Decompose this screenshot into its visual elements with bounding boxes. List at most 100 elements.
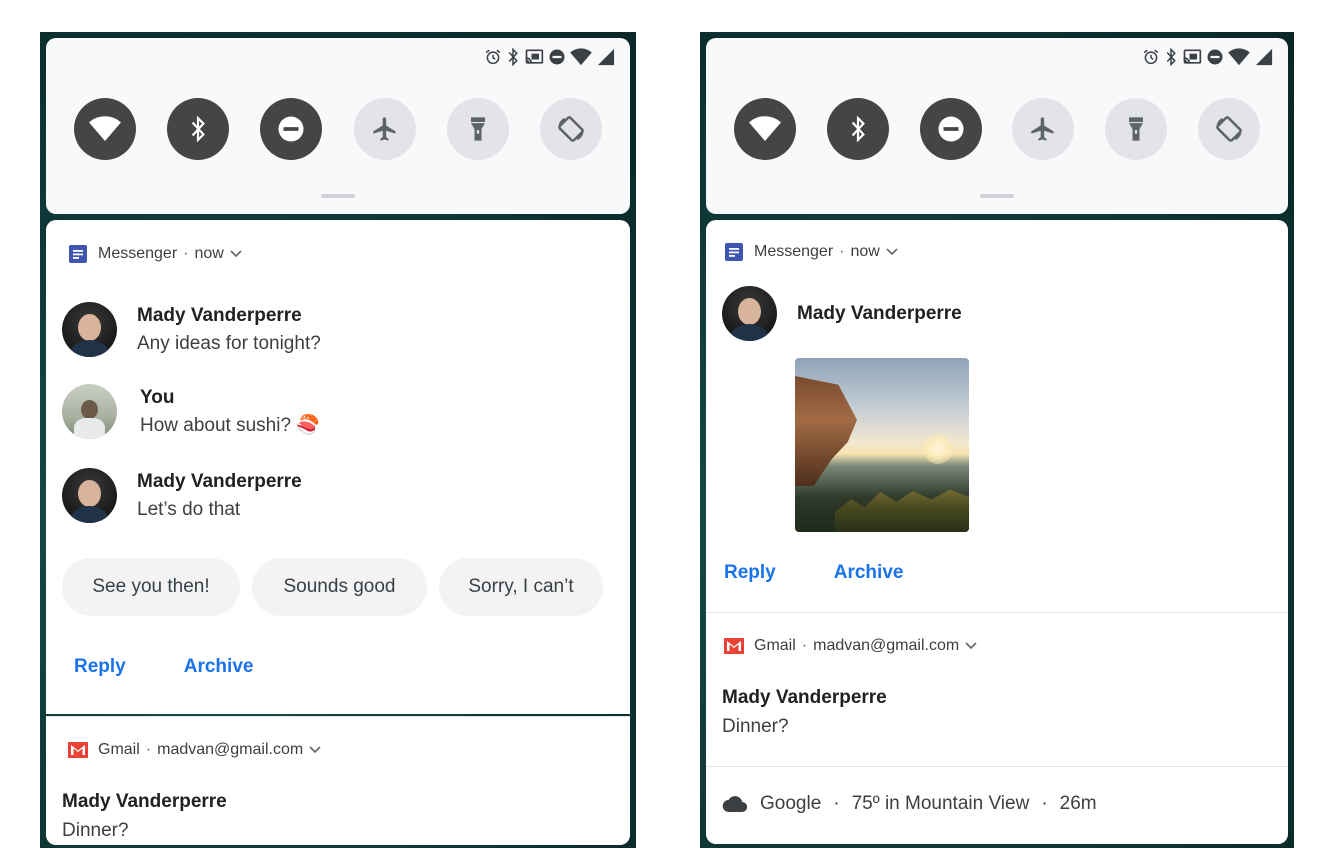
airplane-mode-tile[interactable] <box>1012 98 1075 160</box>
account-email: madvan@gmail.com <box>813 637 960 654</box>
bluetooth-icon <box>189 116 207 142</box>
smart-reply-chip[interactable]: Sounds good <box>252 558 427 616</box>
message-text: Let’s do that <box>137 499 241 520</box>
message-item: Mady Vanderperre <box>722 286 962 341</box>
notification-time: now <box>850 243 880 260</box>
bluetooth-icon <box>849 116 867 142</box>
message-sender: Mady Vanderperre <box>137 471 302 492</box>
image-trees <box>835 489 969 532</box>
quick-settings-tiles <box>734 98 1260 160</box>
bluetooth-tile[interactable] <box>826 98 889 160</box>
message-text: How about sushi? 🍣 <box>140 415 320 436</box>
separator: · <box>839 243 845 260</box>
image-cliff <box>795 376 857 486</box>
avatar <box>62 302 117 357</box>
reply-button[interactable]: Reply <box>74 656 126 678</box>
notification-header: Messenger · now <box>724 242 898 262</box>
smart-reply-chip[interactable]: Sorry, I can’t <box>439 558 603 616</box>
quick-settings-panel <box>706 38 1288 214</box>
notification-actions: Reply Archive <box>74 656 253 678</box>
gmail-app-icon <box>68 742 88 758</box>
avatar <box>722 286 777 341</box>
messenger-app-icon <box>724 242 744 262</box>
separator: · <box>801 637 808 654</box>
do-not-disturb-tile[interactable] <box>260 98 323 160</box>
quick-settings-tiles <box>74 98 602 160</box>
smart-reply-chip[interactable]: See you then! <box>62 558 240 616</box>
chevron-down-icon[interactable] <box>886 248 898 256</box>
separator: · <box>833 793 840 814</box>
wifi-icon <box>570 48 592 66</box>
bluetooth-icon <box>1164 48 1178 66</box>
gmail-notification[interactable]: Gmail · madvan@gmail.com Mady Vanderperr… <box>46 716 630 845</box>
email-sender: Mady Vanderperre <box>722 687 887 708</box>
chevron-down-icon[interactable] <box>965 642 977 650</box>
app-name: Messenger <box>98 245 178 262</box>
expand-handle[interactable] <box>321 194 355 198</box>
auto-rotate-tile[interactable] <box>1197 98 1260 160</box>
auto-rotate-icon <box>1214 114 1244 144</box>
cast-icon <box>524 48 544 66</box>
app-name: Gmail <box>754 637 796 654</box>
email-subject: Dinner? <box>62 820 129 841</box>
separator: · <box>145 741 152 758</box>
gmail-notification[interactable]: Gmail · madvan@gmail.com Mady Vanderperr… <box>706 612 1288 766</box>
flashlight-tile[interactable] <box>446 98 509 160</box>
avatar <box>62 468 117 523</box>
email-sender: Mady Vanderperre <box>62 791 227 812</box>
message-item: Mady Vanderperre Let’s do that <box>62 468 302 524</box>
chevron-down-icon[interactable] <box>230 250 242 258</box>
notification-header: Messenger · now <box>68 244 242 264</box>
right-notification-shade: Messenger · now Mady Vanderperre Reply A… <box>700 32 1294 848</box>
airplane-mode-tile[interactable] <box>353 98 416 160</box>
alarm-icon <box>1142 48 1160 66</box>
email-subject: Dinner? <box>722 716 789 737</box>
do-not-disturb-icon <box>936 114 966 144</box>
notification-header: Gmail · madvan@gmail.com <box>724 637 977 655</box>
google-notification[interactable]: Google · 75º in Mountain View · 26m <box>706 766 1288 844</box>
alarm-icon <box>484 48 502 66</box>
messenger-notification[interactable]: Messenger · now Mady Vanderperre Reply A… <box>706 220 1288 612</box>
smart-replies: See you then! Sounds good Sorry, I can’t <box>62 558 603 616</box>
avatar <box>62 384 117 439</box>
do-not-disturb-tile[interactable] <box>919 98 982 160</box>
gmail-app-icon <box>724 638 744 654</box>
messenger-app-icon <box>68 244 88 264</box>
message-sender: Mady Vanderperre <box>797 302 962 324</box>
flashlight-icon <box>1126 115 1146 143</box>
image-sun <box>923 434 953 464</box>
message-sender: You <box>140 387 175 408</box>
status-bar <box>1142 48 1274 66</box>
archive-button[interactable]: Archive <box>184 656 254 678</box>
expand-handle[interactable] <box>980 194 1014 198</box>
app-name: Gmail <box>98 741 140 758</box>
archive-button[interactable]: Archive <box>834 562 904 584</box>
airplane-icon <box>1029 115 1057 143</box>
flashlight-icon <box>468 115 488 143</box>
bluetooth-icon <box>506 48 520 66</box>
airplane-icon <box>371 115 399 143</box>
cell-signal-icon <box>1254 48 1274 66</box>
wifi-icon <box>89 115 121 143</box>
messenger-notification[interactable]: Messenger · now Mady Vanderperre Any ide… <box>46 220 630 714</box>
auto-rotate-tile[interactable] <box>539 98 602 160</box>
notification-time: now <box>194 245 224 262</box>
app-name: Google <box>760 793 822 814</box>
reply-button[interactable]: Reply <box>724 562 776 584</box>
wifi-tile[interactable] <box>734 98 796 160</box>
separator: · <box>1041 793 1048 814</box>
flashlight-tile[interactable] <box>1105 98 1168 160</box>
message-sender: Mady Vanderperre <box>137 305 302 326</box>
notification-header: Gmail · madvan@gmail.com <box>68 741 321 759</box>
weather-summary: 75º in Mountain View <box>851 793 1030 814</box>
message-image[interactable] <box>795 358 969 532</box>
chevron-down-icon[interactable] <box>309 746 321 754</box>
cloud-icon <box>722 795 748 813</box>
cell-signal-icon <box>596 48 616 66</box>
app-name: Messenger <box>754 243 834 260</box>
message-item: You How about sushi? 🍣 <box>62 384 320 440</box>
left-notification-shade: Messenger · now Mady Vanderperre Any ide… <box>40 32 636 848</box>
notification-actions: Reply Archive <box>724 562 903 584</box>
bluetooth-tile[interactable] <box>167 98 230 160</box>
wifi-tile[interactable] <box>74 98 136 160</box>
